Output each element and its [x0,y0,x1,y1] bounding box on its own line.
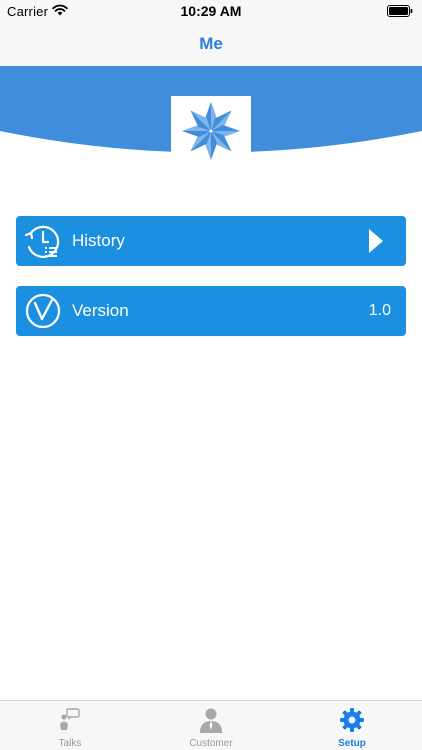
version-value: 1.0 [368,302,391,319]
talks-icon [60,708,80,730]
tab-setup[interactable]: Setup [282,701,422,750]
status-bar: Carrier 10:29 AM [0,0,422,22]
history-row[interactable]: History [16,216,406,266]
tab-customer-label: Customer [189,738,233,749]
app-logo [171,96,251,166]
gear-icon [340,708,364,732]
version-label: Version [72,301,129,320]
chevron-right-icon [369,229,383,253]
tab-bar: Talks Customer Setup [0,700,422,750]
status-time: 10:29 AM [180,3,242,19]
customer-icon [200,708,222,733]
navigation-bar: Me [0,22,422,66]
version-v-icon [25,293,61,329]
page-title: Me [199,34,223,53]
version-row[interactable]: Version 1.0 [16,286,406,336]
tab-talks[interactable]: Talks [0,701,140,750]
battery-icon [387,5,413,17]
history-label: History [72,231,125,250]
tab-talks-label: Talks [58,738,82,749]
tab-customer[interactable]: Customer [141,701,281,750]
tab-setup-label: Setup [338,738,366,749]
starburst-logo-icon [182,102,240,160]
history-clock-icon [24,225,60,258]
